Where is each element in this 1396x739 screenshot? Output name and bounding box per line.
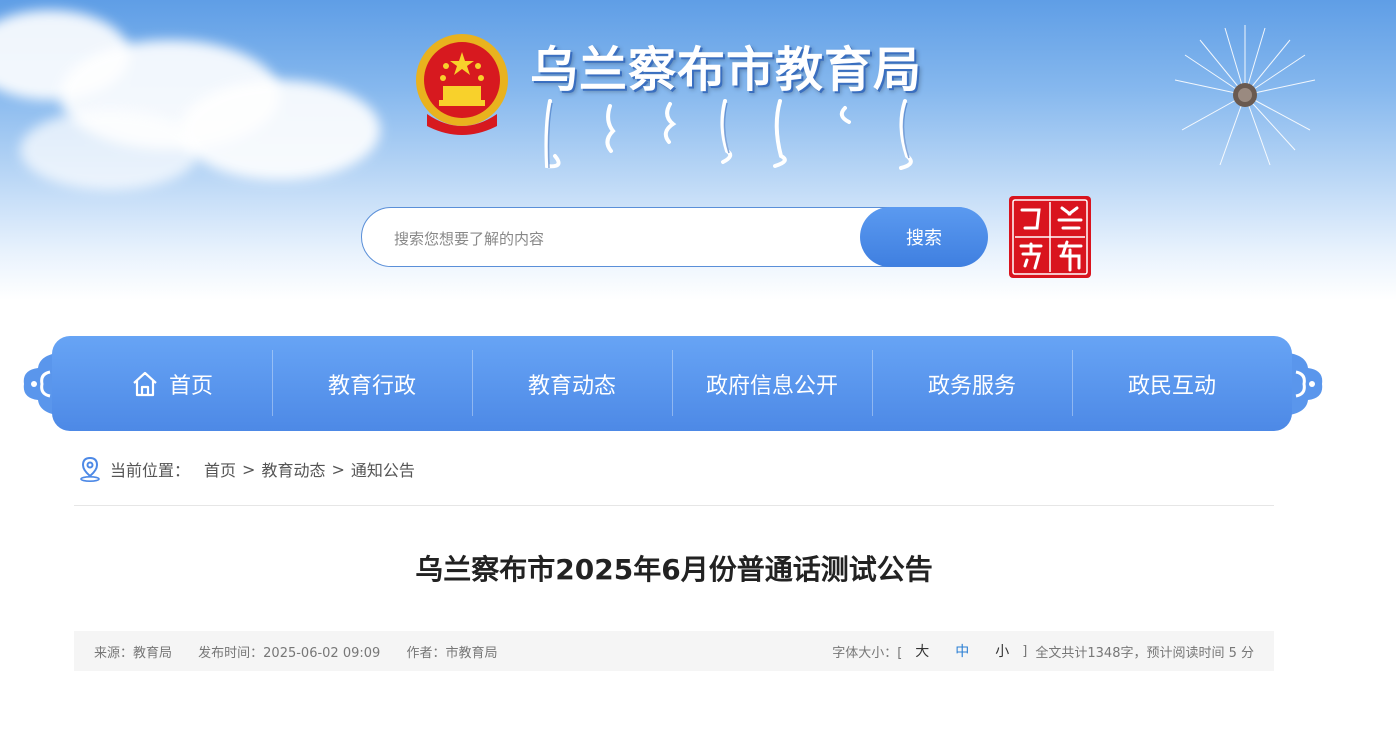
nav-item-label: 首页	[168, 373, 213, 399]
nav-item-label: 政府信息公开	[705, 373, 838, 399]
breadcrumb-home[interactable]: 首页	[204, 457, 236, 481]
breadcrumb-separator: >	[242, 459, 256, 479]
cloud-decoration	[20, 110, 200, 190]
article-meta-left: 来源：教育局 发布时间：2025-06-02 09:09 作者：市教育局	[94, 642, 519, 661]
article-title: 乌兰察布市2025年6月份普通话测试公告	[415, 553, 933, 586]
font-size-medium-button[interactable]: 中	[955, 641, 969, 661]
search-button[interactable]: 搜索	[860, 207, 988, 267]
font-size-close: ]	[1022, 643, 1028, 659]
nav-item-label: 教育行政	[327, 373, 416, 399]
breadcrumb-notices[interactable]: 通知公告	[351, 457, 415, 481]
nav-item-gov-services[interactable]: 政务服务	[872, 336, 1072, 431]
nav-item-education-news[interactable]: 教育动态	[472, 336, 672, 431]
article-publish-time: 发布时间：2025-06-02 09:09	[198, 645, 381, 661]
mongolian-script-title	[544, 99, 913, 170]
nav-item-label: 教育动态	[527, 373, 616, 399]
article-meta-right: 字体大小：[ 大 中 小 ] 全文共计1348字，预计阅读时间 5 分	[832, 641, 1254, 661]
font-size-label: 字体大小：[	[832, 645, 903, 661]
national-emblem-icon	[416, 34, 508, 135]
main-nav: 首页 教育行政 教育动态 政府信息公开 政务服务 政民互动	[52, 336, 1292, 431]
nav-item-home[interactable]: 首页	[72, 336, 272, 431]
font-size-small-button[interactable]: 小	[995, 641, 1009, 661]
nav-item-label: 政民互动	[1127, 373, 1216, 399]
nav-item-interaction[interactable]: 政民互动	[1072, 336, 1272, 431]
reading-info: 全文共计1348字，预计阅读时间 5 分	[1035, 645, 1254, 661]
nav-item-label: 政务服务	[927, 373, 1016, 399]
article-author: 作者：市教育局	[406, 645, 498, 661]
search-button-label: 搜索	[906, 228, 942, 249]
nav-item-education-admin[interactable]: 教育行政	[272, 336, 472, 431]
cloud-decoration	[180, 80, 380, 180]
home-icon	[133, 371, 157, 396]
breadcrumb-separator: >	[331, 459, 345, 479]
nav-item-gov-info[interactable]: 政府信息公开	[672, 336, 872, 431]
divider	[74, 505, 1274, 506]
site-header: 乌兰察布市教育局 搜索	[0, 0, 1396, 300]
dandelion-decoration	[1174, 25, 1316, 166]
breadcrumb: 当前位置： 首页 > 教育动态 > 通知公告	[78, 454, 415, 484]
breadcrumb-prefix: 当前位置：	[110, 461, 191, 480]
site-title: 乌兰察布市教育局	[530, 42, 923, 98]
article-meta-bar: 来源：教育局 发布时间：2025-06-02 09:09 作者：市教育局 字体大…	[74, 631, 1274, 671]
location-pin-icon	[80, 456, 100, 482]
city-seal-logo	[1009, 196, 1091, 278]
article-source: 来源：教育局	[94, 645, 173, 661]
font-size-large-button[interactable]: 大	[915, 641, 929, 661]
search-input[interactable]	[392, 226, 856, 252]
breadcrumb-education-news[interactable]: 教育动态	[261, 457, 325, 481]
